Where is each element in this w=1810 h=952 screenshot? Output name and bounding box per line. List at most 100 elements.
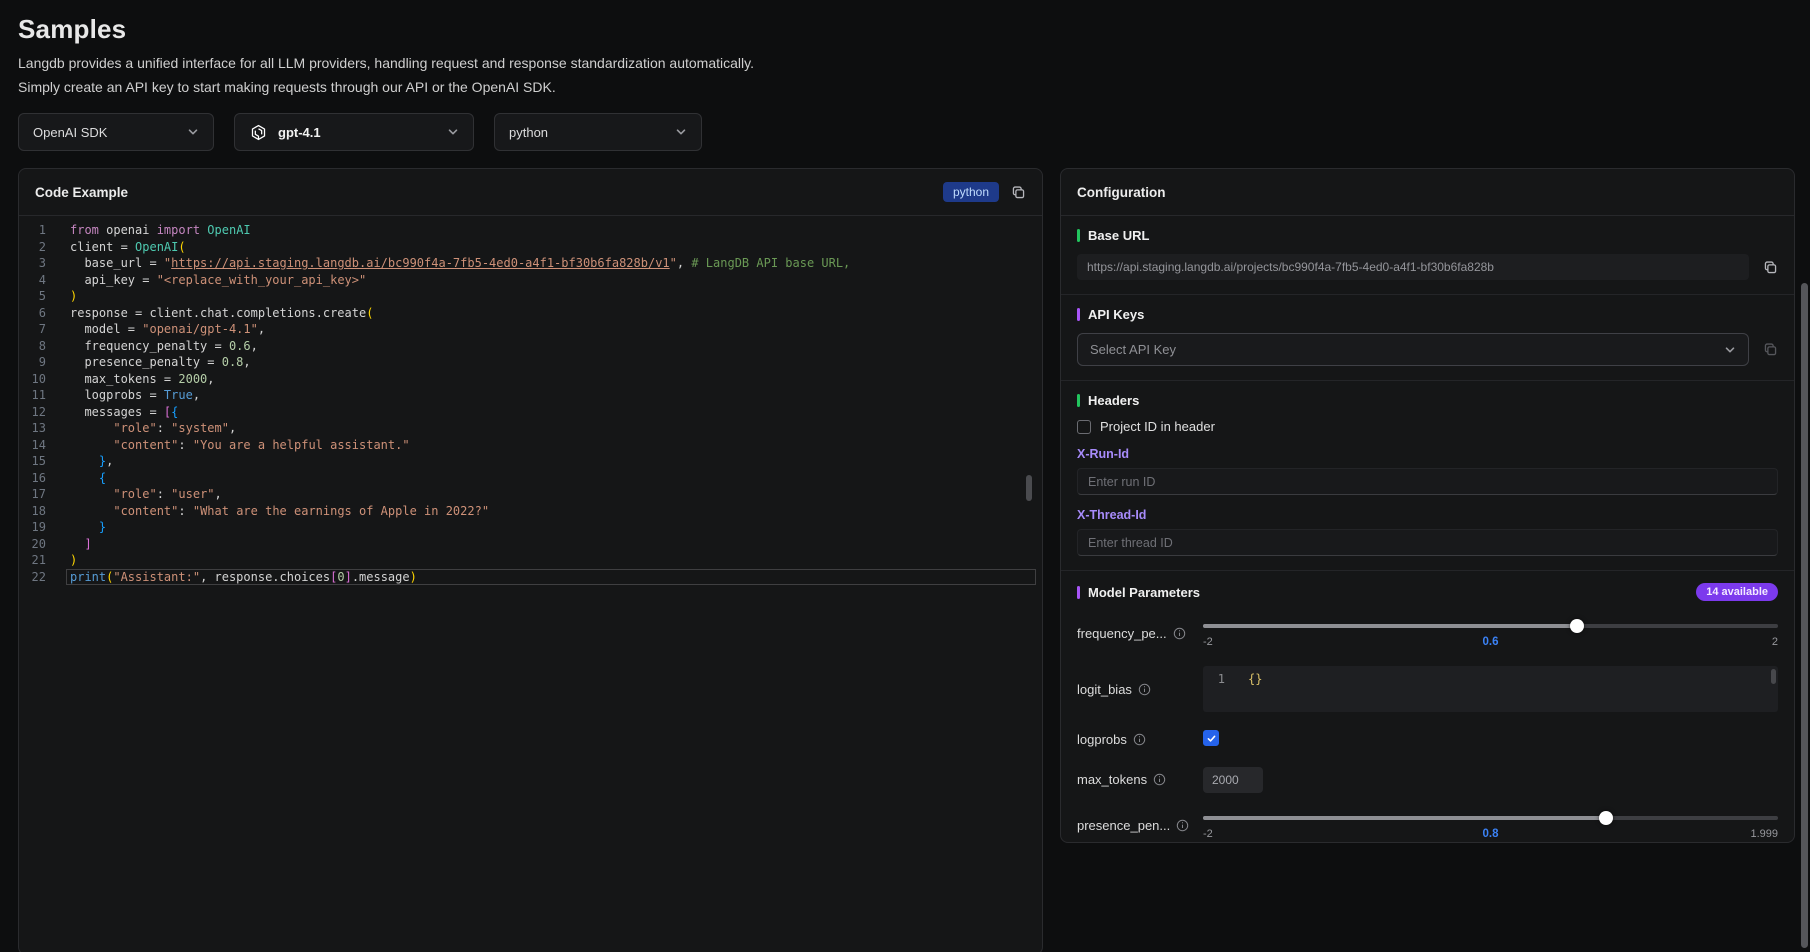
code-line-content: base_url = "https://api.staging.langdb.a… (66, 255, 1036, 272)
copy-code-button[interactable] (1011, 185, 1026, 200)
code-line-content: model = "openai/gpt-4.1", (66, 321, 1036, 338)
selector-row: OpenAI SDK gpt-4.1 python (18, 113, 1810, 151)
config-panel-title: Configuration (1077, 185, 1165, 200)
page-header: Samples Langdb provides a unified interf… (0, 0, 1810, 97)
headers-label: Headers (1088, 393, 1139, 408)
code-editor[interactable]: 1from openai import OpenAI2client = Open… (19, 216, 1042, 949)
sdk-select-value: OpenAI SDK (33, 125, 107, 140)
param-label: presence_pen... (1077, 818, 1203, 833)
param-slider[interactable] (1203, 619, 1778, 633)
slider-thumb[interactable] (1570, 619, 1584, 633)
available-count-badge: 14 available (1696, 583, 1778, 601)
param-row-max_tokens: max_tokens (1077, 767, 1778, 793)
model-select[interactable]: gpt-4.1 (234, 113, 474, 151)
line-number: 7 (19, 321, 46, 338)
page-description-1: Langdb provides a unified interface for … (18, 53, 1810, 73)
x-run-id-input[interactable] (1077, 468, 1778, 495)
code-line[interactable]: 16 { (19, 470, 1036, 487)
info-icon (1133, 733, 1146, 746)
code-line[interactable]: 5) (19, 288, 1036, 305)
param-name: presence_pen... (1077, 818, 1170, 833)
code-line[interactable]: 19 } (19, 519, 1036, 536)
line-number: 3 (19, 255, 46, 272)
param-input[interactable] (1203, 767, 1263, 793)
code-line-content: "content": "What are the earnings of App… (66, 503, 1036, 520)
project-id-checkbox-row[interactable]: Project ID in header (1077, 419, 1778, 434)
code-line-content: "content": "You are a helpful assistant.… (66, 437, 1036, 454)
code-line-content: ] (66, 536, 1036, 553)
x-run-id-label: X-Run-Id (1077, 447, 1778, 461)
line-number: 9 (19, 354, 46, 371)
slider-fill (1203, 624, 1577, 628)
code-line[interactable]: 11 logprobs = True, (19, 387, 1036, 404)
slider-labels: -20.81.999 (1203, 828, 1778, 840)
project-id-checkbox-label: Project ID in header (1100, 419, 1215, 434)
language-select[interactable]: python (494, 113, 702, 151)
param-control (1203, 767, 1778, 793)
chevron-down-icon (675, 126, 687, 138)
section-accent-bar (1077, 586, 1080, 599)
code-line[interactable]: 12 messages = [{ (19, 404, 1036, 421)
param-control: -20.62 (1203, 619, 1778, 648)
info-icon (1153, 773, 1166, 786)
x-thread-id-input[interactable] (1077, 529, 1778, 556)
base-url-input[interactable] (1077, 254, 1749, 280)
code-line[interactable]: 15 }, (19, 453, 1036, 470)
configuration-panel: Configuration Base URL (1060, 168, 1795, 843)
chevron-down-icon (187, 126, 199, 138)
code-scrollbar[interactable] (1026, 475, 1032, 501)
slider-fill (1203, 816, 1606, 820)
param-label: logit_bias (1077, 682, 1203, 697)
code-line[interactable]: 17 "role": "user", (19, 486, 1036, 503)
project-id-checkbox[interactable] (1077, 420, 1091, 434)
copy-base-url-button[interactable] (1763, 260, 1778, 275)
line-number: 15 (19, 453, 46, 470)
editor-scrollbar[interactable] (1771, 669, 1776, 684)
code-line[interactable]: 4 api_key = "<replace_with_your_api_key>… (19, 272, 1036, 289)
param-checkbox[interactable] (1203, 730, 1219, 746)
copy-api-key-button[interactable] (1763, 342, 1778, 357)
code-line-content: } (66, 519, 1036, 536)
base-url-label: Base URL (1088, 228, 1149, 243)
page-scrollbar[interactable] (1801, 283, 1808, 948)
headers-section: Headers Project ID in header X-Run-Id X-… (1061, 381, 1794, 571)
param-name: logit_bias (1077, 682, 1132, 697)
sdk-select[interactable]: OpenAI SDK (18, 113, 214, 151)
line-number: 4 (19, 272, 46, 289)
code-line[interactable]: 22print("Assistant:", response.choices[0… (19, 569, 1036, 586)
api-key-select[interactable]: Select API Key (1077, 333, 1749, 366)
api-keys-section: API Keys Select API Key (1061, 295, 1794, 381)
code-line-content: print("Assistant:", response.choices[0].… (66, 569, 1036, 586)
code-line[interactable]: 1from openai import OpenAI (19, 222, 1036, 239)
code-line[interactable]: 20 ] (19, 536, 1036, 553)
code-line-content: { (66, 470, 1036, 487)
model-select-value: gpt-4.1 (278, 125, 321, 140)
slider-min-label: -2 (1203, 828, 1213, 840)
section-accent-bar (1077, 229, 1080, 242)
code-line[interactable]: 14 "content": "You are a helpful assista… (19, 437, 1036, 454)
code-line-content: }, (66, 453, 1036, 470)
code-line-content: messages = [{ (66, 404, 1036, 421)
code-line[interactable]: 6response = client.chat.completions.crea… (19, 305, 1036, 322)
page-title: Samples (18, 14, 1810, 45)
code-line[interactable]: 18 "content": "What are the earnings of … (19, 503, 1036, 520)
line-number: 16 (19, 470, 46, 487)
base-url-section: Base URL (1061, 216, 1794, 295)
code-line[interactable]: 21) (19, 552, 1036, 569)
chevron-down-icon (1724, 344, 1736, 356)
code-line[interactable]: 9 presence_penalty = 0.8, (19, 354, 1036, 371)
code-panel-title: Code Example (35, 185, 128, 200)
slider-thumb[interactable] (1599, 811, 1613, 825)
json-editor[interactable]: 1{} (1203, 666, 1778, 712)
code-line[interactable]: 3 base_url = "https://api.staging.langdb… (19, 255, 1036, 272)
param-control: 1{} (1203, 666, 1778, 712)
param-slider[interactable] (1203, 811, 1778, 825)
code-line[interactable]: 2client = OpenAI( (19, 239, 1036, 256)
language-badge: python (943, 182, 999, 202)
code-line-content: logprobs = True, (66, 387, 1036, 404)
code-line[interactable]: 7 model = "openai/gpt-4.1", (19, 321, 1036, 338)
code-line[interactable]: 10 max_tokens = 2000, (19, 371, 1036, 388)
api-keys-label: API Keys (1088, 307, 1144, 322)
code-line[interactable]: 8 frequency_penalty = 0.6, (19, 338, 1036, 355)
code-line[interactable]: 13 "role": "system", (19, 420, 1036, 437)
